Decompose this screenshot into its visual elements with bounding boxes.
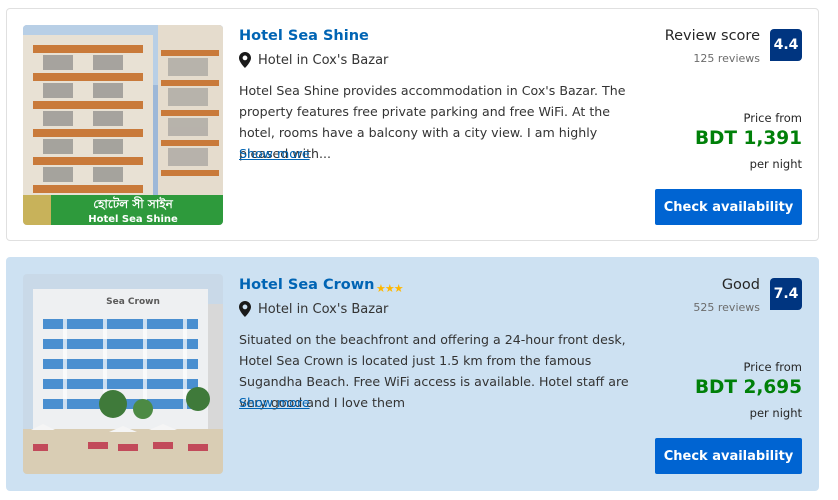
hotel-title-link[interactable]: Hotel Sea Shine [239, 28, 369, 44]
hotel-title-link[interactable]: Hotel Sea Crown [239, 277, 374, 293]
star-rating-icon: ★★★ [376, 282, 404, 295]
review-score-badge: 7.4 [770, 278, 802, 310]
location-pin-icon [239, 52, 251, 68]
hotel-photo-sea-crown[interactable]: Sea Crown [23, 274, 223, 474]
hotel-card-sea-crown: Sea Crown Hotel Sea Crown ★★★ Hotel in C… [6, 257, 819, 491]
sign-text: Sea Crown [106, 297, 160, 307]
show-more-link[interactable]: Show more [239, 395, 310, 410]
price-from-label: Price from [743, 111, 802, 125]
hotel-card-sea-shine: হোটেল সী সাইন Hotel Sea Shine Hotel Sea … [6, 8, 819, 241]
building-photo: Sea Crown [23, 274, 223, 474]
review-score-badge: 4.4 [770, 29, 802, 61]
show-more-link[interactable]: Show more [239, 146, 310, 161]
review-count: 125 reviews [693, 52, 760, 65]
hotel-location: Hotel in Cox's Bazar [239, 52, 388, 68]
per-night-label: per night [749, 157, 802, 171]
check-availability-button[interactable]: Check availability [655, 438, 802, 474]
location-pin-icon [239, 301, 251, 317]
sign-text: Hotel Sea Shine [88, 214, 178, 225]
price-from-label: Price from [743, 360, 802, 374]
hotel-type-label: Hotel in Cox's Bazar [258, 52, 389, 68]
building-photo: হোটেল সী সাইন Hotel Sea Shine [23, 25, 223, 225]
review-score-label: Good [721, 277, 760, 293]
hotel-type-label: Hotel in Cox's Bazar [258, 301, 389, 317]
price-value: BDT 2,695 [694, 377, 802, 398]
hotel-photo-sea-shine[interactable]: হোটেল সী সাইন Hotel Sea Shine [23, 25, 223, 225]
sign-text-bangla: হোটেল সী সাইন [93, 196, 173, 211]
review-score-label: Review score [664, 28, 760, 44]
review-count: 525 reviews [693, 301, 760, 314]
check-availability-button[interactable]: Check availability [655, 189, 802, 225]
price-value: BDT 1,391 [694, 128, 802, 149]
per-night-label: per night [749, 406, 802, 420]
hotel-location: Hotel in Cox's Bazar [239, 301, 388, 317]
